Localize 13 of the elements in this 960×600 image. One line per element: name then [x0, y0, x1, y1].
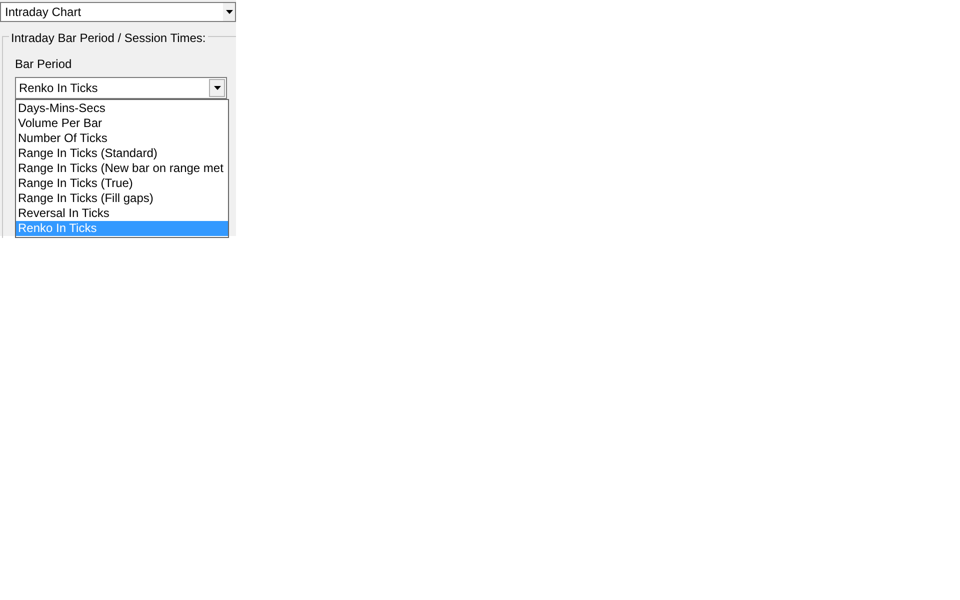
chart-type-dropdown[interactable]: Intraday Chart — [0, 2, 236, 22]
dropdown-option[interactable]: Range In Ticks (Standard) — [16, 146, 228, 161]
dropdown-option[interactable]: Volume Per Bar — [16, 116, 228, 131]
bar-period-dropdown[interactable]: Renko In Ticks — [15, 77, 227, 99]
dropdown-option[interactable]: Days-Mins-Secs — [16, 101, 228, 116]
dropdown-option[interactable]: Range In Ticks (Fill gaps) — [16, 191, 228, 206]
caret-icon — [226, 10, 232, 14]
dropdown-option[interactable]: Reversal In Ticks — [16, 206, 228, 221]
dropdown-option[interactable]: Range In Ticks (True) — [16, 176, 228, 191]
dropdown-option[interactable]: Range In Ticks (New bar on range met — [16, 161, 228, 176]
dropdown-option[interactable]: Number Of Ticks — [16, 131, 228, 146]
caret-icon — [214, 86, 220, 90]
bar-period-label: Bar Period — [15, 56, 73, 73]
